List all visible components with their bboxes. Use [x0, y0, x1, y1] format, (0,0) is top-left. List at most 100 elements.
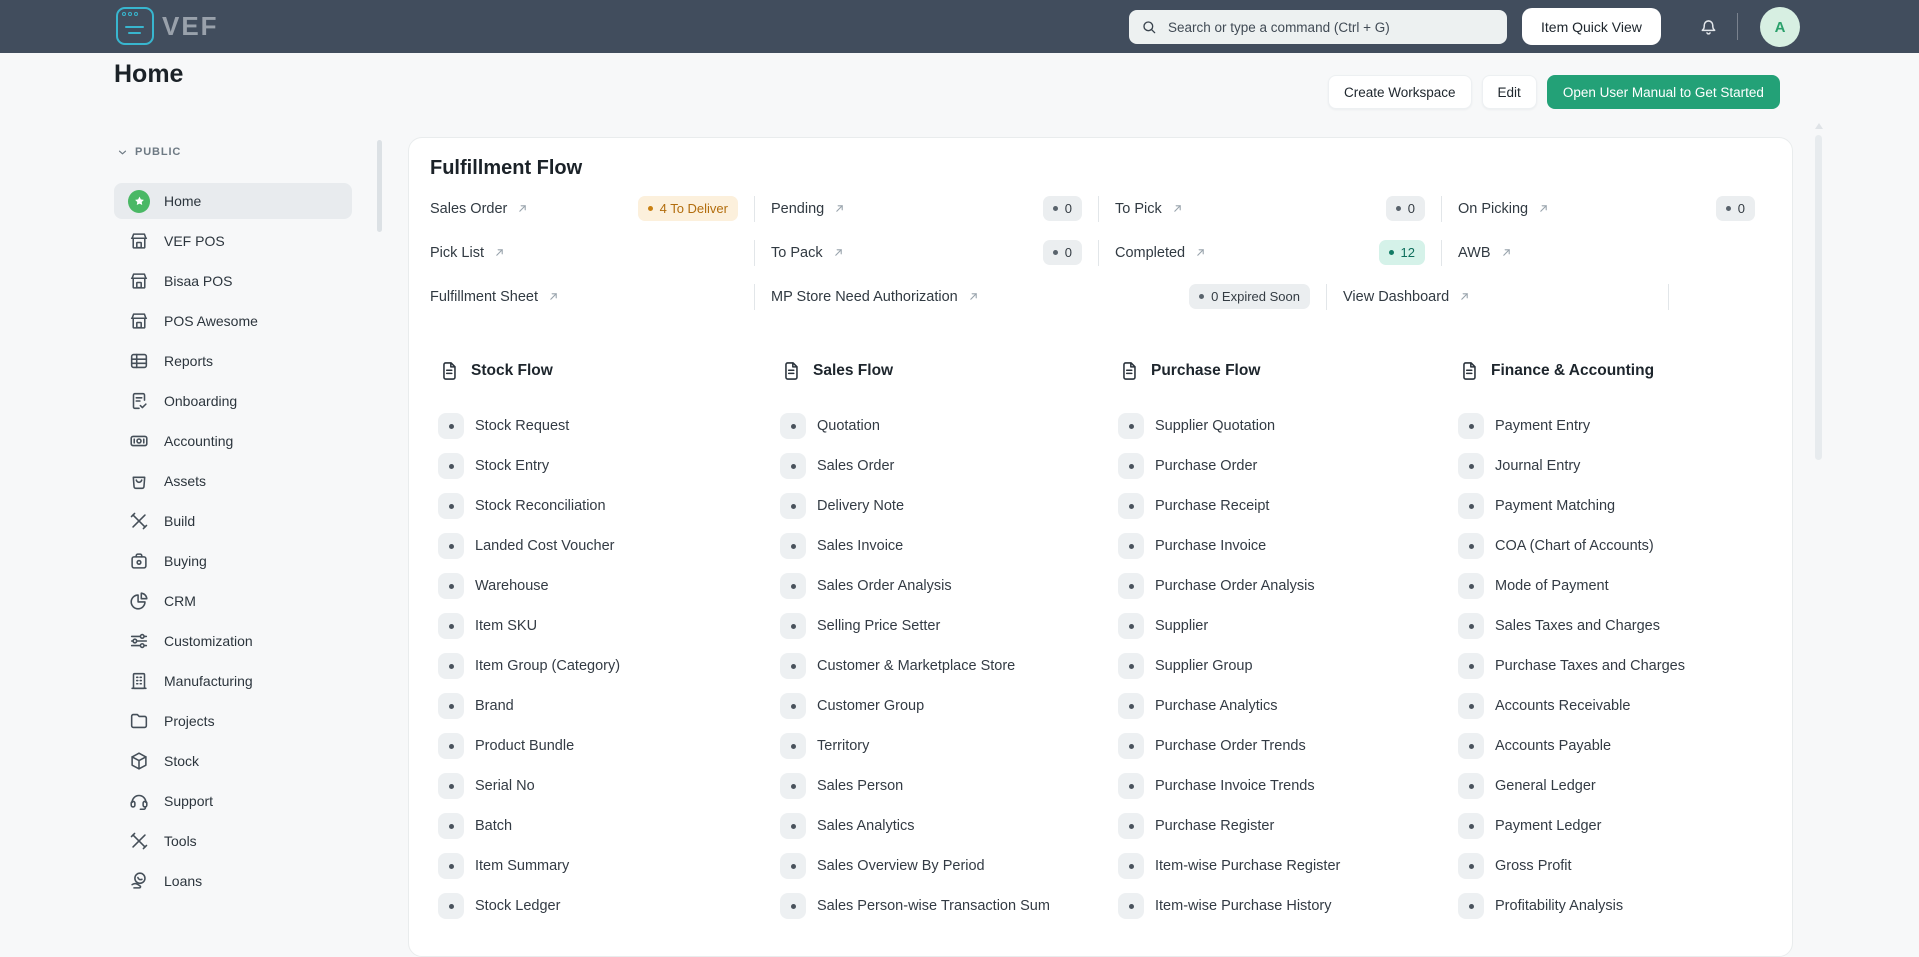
link-item-stock-reconciliation[interactable]: Stock Reconciliation [438, 486, 780, 526]
sidebar-item-home[interactable]: Home [114, 183, 352, 219]
link-item-landed-cost-voucher[interactable]: Landed Cost Voucher [438, 526, 780, 566]
link-item-accounts-receivable[interactable]: Accounts Receivable [1458, 686, 1771, 726]
link-item-payment-entry[interactable]: Payment Entry [1458, 406, 1771, 446]
link-item-customer-marketplace-store[interactable]: Customer & Marketplace Store [780, 646, 1118, 686]
link-item-batch[interactable]: Batch [438, 806, 780, 846]
link-item-purchase-order-analysis[interactable]: Purchase Order Analysis [1118, 566, 1458, 606]
link-item-item-group-category-[interactable]: Item Group (Category) [438, 646, 780, 686]
link-item-gross-profit[interactable]: Gross Profit [1458, 846, 1771, 886]
shortcut-pick-list[interactable]: Pick List [430, 245, 506, 261]
link-item-brand[interactable]: Brand [438, 686, 780, 726]
count-badge[interactable]: 0 [1715, 196, 1755, 221]
link-item-stock-request[interactable]: Stock Request [438, 406, 780, 446]
sidebar-item-stock[interactable]: Stock [114, 743, 352, 779]
sidebar-item-vef-pos[interactable]: VEF POS [114, 223, 352, 259]
link-item-delivery-note[interactable]: Delivery Note [780, 486, 1118, 526]
link-item-supplier-quotation[interactable]: Supplier Quotation [1118, 406, 1458, 446]
link-item-serial-no[interactable]: Serial No [438, 766, 780, 806]
sidebar-item-support[interactable]: Support [114, 783, 352, 819]
shortcut-to-pack[interactable]: To Pack [771, 245, 845, 261]
link-item-product-bundle[interactable]: Product Bundle [438, 726, 780, 766]
link-item-sales-person[interactable]: Sales Person [780, 766, 1118, 806]
link-item-item-sku[interactable]: Item SKU [438, 606, 780, 646]
link-item-supplier[interactable]: Supplier [1118, 606, 1458, 646]
link-item-mode-of-payment[interactable]: Mode of Payment [1458, 566, 1771, 606]
sidebar-item-build[interactable]: Build [114, 503, 352, 539]
link-item-item-wise-purchase-register[interactable]: Item-wise Purchase Register [1118, 846, 1458, 886]
link-item-payment-ledger[interactable]: Payment Ledger [1458, 806, 1771, 846]
count-badge[interactable]: 0 [1042, 240, 1082, 265]
link-item-warehouse[interactable]: Warehouse [438, 566, 780, 606]
link-item-purchase-order-trends[interactable]: Purchase Order Trends [1118, 726, 1458, 766]
link-item-supplier-group[interactable]: Supplier Group [1118, 646, 1458, 686]
link-item-customer-group[interactable]: Customer Group [780, 686, 1118, 726]
sidebar-item-accounting[interactable]: Accounting [114, 423, 352, 459]
link-item-purchase-analytics[interactable]: Purchase Analytics [1118, 686, 1458, 726]
link-item-purchase-invoice[interactable]: Purchase Invoice [1118, 526, 1458, 566]
sidebar-item-reports[interactable]: Reports [114, 343, 352, 379]
link-item-sales-analytics[interactable]: Sales Analytics [780, 806, 1118, 846]
notifications-bell-icon[interactable] [1697, 15, 1720, 38]
link-item-profitability-analysis[interactable]: Profitability Analysis [1458, 886, 1771, 926]
link-item-sales-order-analysis[interactable]: Sales Order Analysis [780, 566, 1118, 606]
link-item-accounts-payable[interactable]: Accounts Payable [1458, 726, 1771, 766]
sidebar-item-loans[interactable]: Loans [114, 863, 352, 899]
sidebar-item-crm[interactable]: CRM [114, 583, 352, 619]
shortcut-to-pick[interactable]: To Pick [1115, 201, 1184, 217]
link-item-purchase-order[interactable]: Purchase Order [1118, 446, 1458, 486]
app-logo[interactable] [116, 7, 154, 45]
count-badge[interactable]: 0 [1042, 196, 1082, 221]
user-avatar[interactable]: A [1760, 7, 1800, 47]
item-quick-view-button[interactable]: Item Quick View [1522, 8, 1661, 45]
link-item-quotation[interactable]: Quotation [780, 406, 1118, 446]
sidebar-item-customization[interactable]: Customization [114, 623, 352, 659]
link-item-item-wise-purchase-history[interactable]: Item-wise Purchase History [1118, 886, 1458, 926]
main-scrollbar[interactable] [1815, 135, 1822, 460]
link-item-purchase-taxes-and-charges[interactable]: Purchase Taxes and Charges [1458, 646, 1771, 686]
link-item-item-summary[interactable]: Item Summary [438, 846, 780, 886]
sidebar-item-pos-awesome[interactable]: POS Awesome [114, 303, 352, 339]
sidebar-scrollbar[interactable] [377, 140, 382, 232]
count-badge[interactable]: 0 Expired Soon [1189, 284, 1310, 309]
global-search[interactable] [1129, 10, 1507, 44]
link-item-purchase-invoice-trends[interactable]: Purchase Invoice Trends [1118, 766, 1458, 806]
sidebar-section-public[interactable]: PUBLIC [114, 142, 352, 162]
link-item-sales-invoice[interactable]: Sales Invoice [780, 526, 1118, 566]
shortcut-completed[interactable]: Completed [1115, 245, 1207, 261]
link-item-purchase-receipt[interactable]: Purchase Receipt [1118, 486, 1458, 526]
link-item-sales-overview-by-period[interactable]: Sales Overview By Period [780, 846, 1118, 886]
sidebar-item-onboarding[interactable]: Onboarding [114, 383, 352, 419]
link-item-territory[interactable]: Territory [780, 726, 1118, 766]
create-workspace-button[interactable]: Create Workspace [1328, 75, 1472, 109]
shortcut-fulfillment-sheet[interactable]: Fulfillment Sheet [430, 289, 560, 305]
edit-button[interactable]: Edit [1481, 75, 1537, 109]
sidebar-item-buying[interactable]: Buying [114, 543, 352, 579]
link-item-stock-ledger[interactable]: Stock Ledger [438, 886, 780, 926]
count-badge[interactable]: 0 [1385, 196, 1425, 221]
sidebar-item-assets[interactable]: Assets [114, 463, 352, 499]
link-item-payment-matching[interactable]: Payment Matching [1458, 486, 1771, 526]
shortcut-pending[interactable]: Pending [771, 201, 846, 217]
link-item-journal-entry[interactable]: Journal Entry [1458, 446, 1771, 486]
sidebar-item-bisaa-pos[interactable]: Bisaa POS [114, 263, 352, 299]
open-user-manual-button[interactable]: Open User Manual to Get Started [1546, 75, 1780, 109]
shortcut-on-picking[interactable]: On Picking [1458, 201, 1550, 217]
link-item-sales-order[interactable]: Sales Order [780, 446, 1118, 486]
shortcut-view-dashboard[interactable]: View Dashboard [1343, 289, 1471, 305]
shortcut-mp-store-need-authorization[interactable]: MP Store Need Authorization [771, 289, 980, 305]
scrollbar-up-arrow-icon[interactable] [1815, 123, 1823, 129]
search-input[interactable] [1166, 18, 1495, 36]
sidebar-item-projects[interactable]: Projects [114, 703, 352, 739]
link-item-sales-person-wise-transaction-sum[interactable]: Sales Person-wise Transaction Sum [780, 886, 1118, 926]
shortcut-sales-order[interactable]: Sales Order [430, 201, 529, 217]
link-item-selling-price-setter[interactable]: Selling Price Setter [780, 606, 1118, 646]
link-item-sales-taxes-and-charges[interactable]: Sales Taxes and Charges [1458, 606, 1771, 646]
link-item-purchase-register[interactable]: Purchase Register [1118, 806, 1458, 846]
shortcut-awb[interactable]: AWB [1458, 245, 1513, 261]
sidebar-item-manufacturing[interactable]: Manufacturing [114, 663, 352, 699]
count-badge[interactable]: 4 To Deliver [637, 196, 738, 221]
link-item-stock-entry[interactable]: Stock Entry [438, 446, 780, 486]
link-item-coa-chart-of-accounts-[interactable]: COA (Chart of Accounts) [1458, 526, 1771, 566]
link-item-general-ledger[interactable]: General Ledger [1458, 766, 1771, 806]
count-badge[interactable]: 12 [1378, 240, 1425, 265]
